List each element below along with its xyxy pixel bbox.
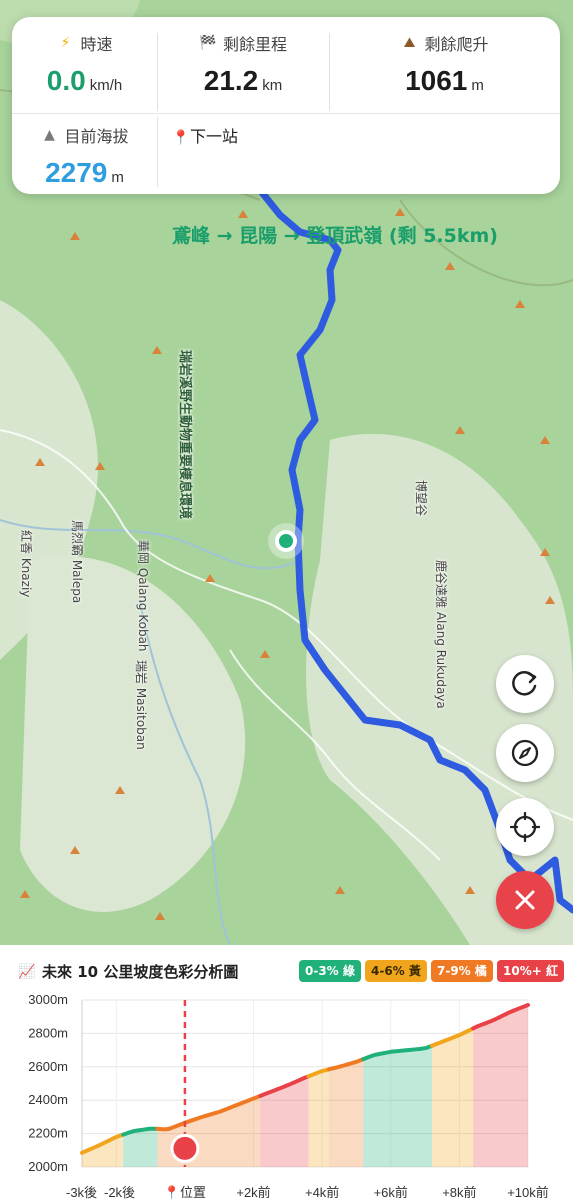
locate-button[interactable] bbox=[496, 798, 554, 856]
y-tick-label: 2400m bbox=[28, 1092, 68, 1107]
speed-label: 時速 bbox=[80, 35, 113, 54]
next-stop-stat: 📍下一站 鳶峰 → 昆陽 → 登頂武嶺 (剩 5.5km) bbox=[172, 123, 552, 248]
map-label-knazi: 紅香 Knaziy bbox=[19, 530, 33, 598]
remaining-climb-value: 1061 bbox=[405, 65, 468, 96]
x-tick-label: +6k前 bbox=[374, 1185, 408, 1200]
elevation-panel: 📈 未來 10 公里坡度色彩分析圖 0-3% 綠 4-6% 黃 7-9% 橘 1… bbox=[0, 945, 573, 1200]
remaining-distance-value: 21.2 bbox=[203, 65, 259, 96]
map-label-road: 博望谷 bbox=[414, 480, 428, 517]
speed-stat: ⚡ 時速 0.0 km/h bbox=[12, 31, 157, 117]
map-label-malepa: 馬烈霸 Malepa bbox=[70, 520, 84, 604]
legend-orange: 7-9% 橘 bbox=[431, 960, 493, 982]
next-stop-route: 鳶峰 → 昆陽 → 登頂武嶺 (剩 5.5km) bbox=[172, 225, 498, 247]
grade-area-green bbox=[363, 1045, 432, 1167]
lightning-icon: ⚡ bbox=[60, 35, 71, 51]
compass-icon bbox=[511, 739, 539, 767]
position-marker bbox=[170, 1133, 200, 1163]
grade-area-yellow bbox=[308, 1069, 330, 1167]
legend-yellow: 4-6% 黃 bbox=[365, 960, 427, 982]
speed-value: 0.0 bbox=[46, 65, 86, 96]
y-tick-label: 2600m bbox=[28, 1059, 68, 1074]
map-label-qalang-kobah: 華岡 Qalang Kobah bbox=[136, 540, 150, 652]
x-tick-label: +4k前 bbox=[305, 1185, 339, 1200]
altitude-value: 2279 bbox=[45, 157, 108, 188]
checkered-flag-icon: 🏁 bbox=[199, 35, 217, 51]
map-label-masitoban: 瑞岩 Masitoban bbox=[134, 660, 148, 750]
stats-card: ⚡ 時速 0.0 km/h 🏁 剩餘里程 21.2 km ⛰ 剩餘爬升 1061 m ▲ 目前… bbox=[12, 17, 560, 247]
remaining-climb-stat: ⛰ 剩餘爬升 1061 m bbox=[329, 31, 560, 117]
legend-red: 10%+ 紅 bbox=[497, 960, 564, 982]
chart-icon: 📈 bbox=[18, 963, 36, 980]
close-icon bbox=[515, 890, 535, 910]
altitude-unit: m bbox=[111, 169, 124, 186]
y-tick-label: 2800m bbox=[28, 1025, 68, 1040]
remaining-distance-label: 剩餘里程 bbox=[222, 35, 287, 54]
panel-title-text: 未來 10 公里坡度色彩分析圖 bbox=[42, 963, 239, 981]
x-tick-label: 📍位置 bbox=[164, 1185, 206, 1200]
x-tick-label: +2k前 bbox=[236, 1185, 270, 1200]
elevation-chart: 2000m 2200m 2400m 2600m 2800m 3000m -3k後 -2k後 📍位… bbox=[28, 992, 549, 1200]
y-tick-label: 2000m bbox=[28, 1159, 68, 1174]
grade-area-red bbox=[473, 1005, 528, 1167]
remaining-distance-stat: 🏁 剩餘里程 21.2 km bbox=[157, 31, 329, 117]
remaining-climb-unit: m bbox=[471, 77, 484, 94]
x-tick-label: +10k前 bbox=[507, 1185, 549, 1200]
mountain-icon: ▲ bbox=[44, 127, 55, 143]
crosshair-icon bbox=[509, 811, 541, 843]
close-button[interactable] bbox=[496, 871, 554, 929]
pin-icon: 📍 bbox=[172, 130, 190, 146]
altitude-label: 目前海拔 bbox=[64, 127, 129, 146]
grade-area-red bbox=[260, 1076, 309, 1167]
climber-icon: ⛰ bbox=[403, 35, 416, 51]
remaining-climb-label: 剩餘爬升 bbox=[424, 35, 489, 54]
compass-button[interactable] bbox=[496, 724, 554, 782]
y-tick-label: 2200m bbox=[28, 1126, 68, 1141]
x-tick-label: -2k後 bbox=[104, 1185, 135, 1200]
speed-unit: km/h bbox=[89, 77, 123, 94]
grade-area-orange bbox=[329, 1059, 364, 1167]
y-tick-label: 3000m bbox=[28, 992, 68, 1007]
grade-area-yellow bbox=[431, 1028, 474, 1167]
refresh-icon bbox=[512, 671, 537, 696]
refresh-button[interactable] bbox=[496, 655, 554, 713]
legend-green: 0-3% 綠 bbox=[299, 960, 361, 982]
x-tick-label: -3k後 bbox=[66, 1185, 97, 1200]
x-tick-label: +8k前 bbox=[442, 1185, 476, 1200]
map-label-reserve: 瑞岩溪野生動物重要棲息環境 bbox=[177, 350, 192, 520]
remaining-distance-unit: km bbox=[262, 77, 283, 94]
panel-title: 📈 未來 10 公里坡度色彩分析圖 bbox=[18, 961, 238, 982]
map-label-rukudaya: 鹿谷達雅 Alang Rukudaya bbox=[434, 560, 448, 709]
next-stop-label: 下一站 bbox=[190, 127, 239, 146]
altitude-stat: ▲ 目前海拔 2279 m bbox=[12, 123, 157, 209]
